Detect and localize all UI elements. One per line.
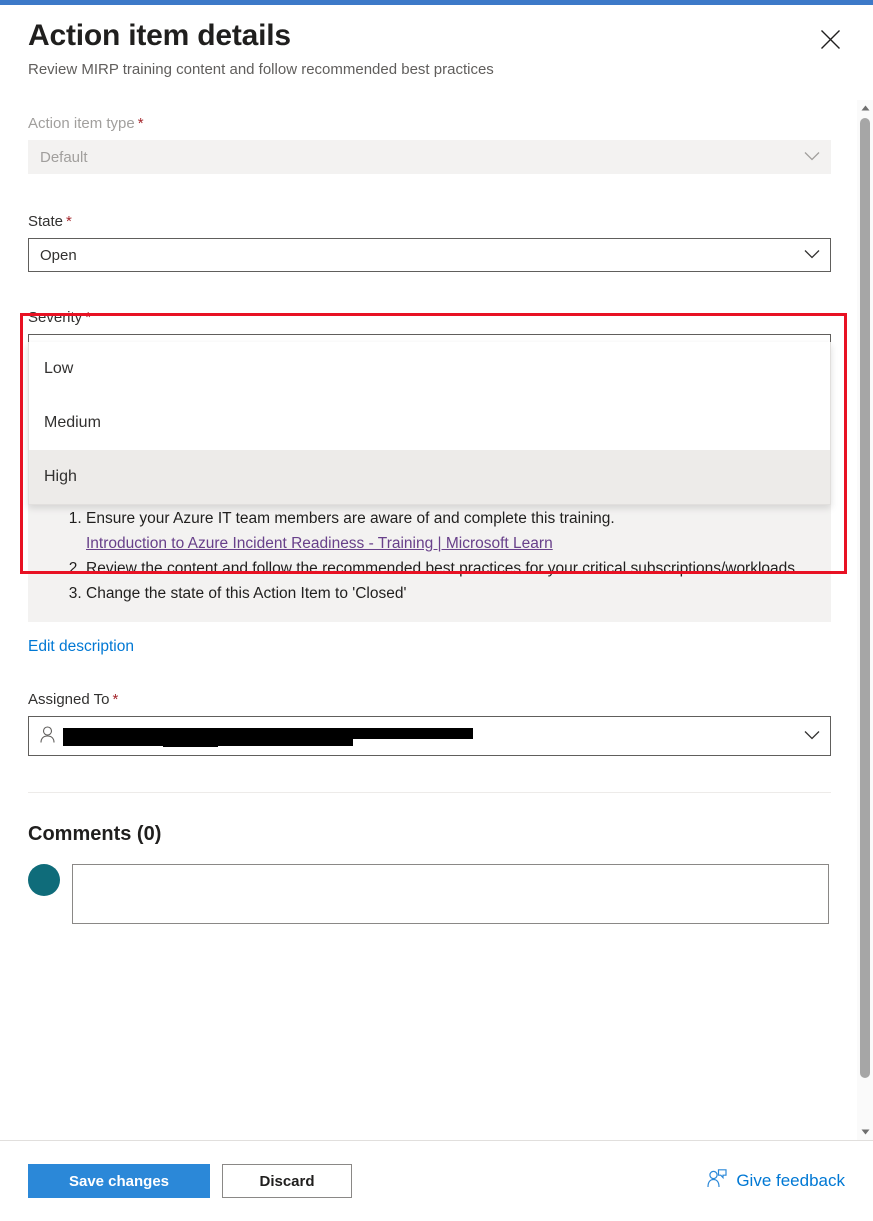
assigned-to-select[interactable]: [28, 716, 831, 756]
edit-description-link[interactable]: Edit description: [28, 638, 134, 656]
give-feedback-label: Give feedback: [736, 1171, 845, 1190]
give-feedback-button[interactable]: Give feedback: [707, 1169, 845, 1193]
vertical-scrollbar[interactable]: [857, 100, 873, 1140]
page-subtitle: Review MIRP training content and follow …: [28, 61, 494, 78]
state-value: Open: [40, 246, 77, 264]
scroll-down-arrow-icon[interactable]: [857, 1124, 873, 1140]
comment-composer: [28, 864, 829, 924]
description-step-text: Ensure your Azure IT team members are aw…: [86, 510, 615, 527]
avatar: [28, 864, 60, 896]
feedback-person-icon: [707, 1169, 727, 1193]
required-marker: *: [137, 115, 144, 132]
severity-option-low[interactable]: Low: [29, 342, 830, 396]
panel-body: Action item type* Default State* Open: [0, 100, 857, 1140]
severity-option-medium[interactable]: Medium: [29, 396, 830, 450]
panel-footer: Save changes Discard Give feedback: [0, 1140, 873, 1221]
required-marker: *: [66, 213, 72, 230]
required-marker: *: [112, 691, 119, 708]
severity-options-list: Low Medium High: [28, 342, 831, 505]
action-item-type-field: Action item type * Default: [28, 114, 831, 174]
state-select[interactable]: Open: [28, 238, 831, 272]
list-item: Ensure your Azure IT team members are aw…: [86, 506, 813, 556]
close-icon: [820, 29, 841, 50]
severity-label: Severity *: [28, 309, 92, 326]
action-item-type-label: Action item type *: [28, 115, 144, 132]
description-steps: Ensure your Azure IT team members are aw…: [46, 506, 813, 606]
section-divider: [28, 792, 831, 793]
person-icon: [40, 725, 55, 747]
close-button[interactable]: [813, 22, 847, 56]
assigned-to-value-redacted: [63, 727, 473, 747]
discard-button[interactable]: Discard: [222, 1164, 352, 1198]
save-changes-button[interactable]: Save changes: [28, 1164, 210, 1198]
page-title: Action item details: [28, 19, 291, 52]
comment-input[interactable]: [72, 864, 829, 924]
severity-field: Severity* High Low Medium High: [28, 308, 831, 505]
description-step-text: Review the content and follow the recomm…: [86, 560, 800, 577]
scrollbar-thumb[interactable]: [860, 118, 870, 1078]
scroll-up-arrow-icon[interactable]: [857, 100, 873, 116]
required-marker: *: [85, 309, 92, 326]
panel-header: Action item details Review MIRP training…: [0, 5, 873, 81]
state-field: State * Open: [28, 212, 831, 272]
list-item: Change the state of this Action Item to …: [86, 581, 813, 606]
assigned-to-field: Assigned To *: [28, 690, 831, 756]
action-item-details-panel: Action item details Review MIRP training…: [0, 0, 873, 1221]
assigned-to-label: Assigned To *: [28, 691, 119, 708]
list-item: Review the content and follow the recomm…: [86, 556, 813, 581]
chevron-down-icon: [804, 247, 820, 264]
training-link[interactable]: Introduction to Azure Incident Readiness…: [86, 535, 553, 552]
chevron-down-icon: [804, 149, 820, 166]
description-step-text: Change the state of this Action Item to …: [86, 585, 407, 602]
comments-heading: Comments (0): [28, 823, 162, 845]
chevron-down-icon: [804, 728, 820, 745]
severity-option-high[interactable]: High: [29, 450, 830, 504]
state-label: State *: [28, 213, 72, 230]
action-item-type-value: Default: [40, 148, 88, 166]
action-item-type-select: Default: [28, 140, 831, 174]
